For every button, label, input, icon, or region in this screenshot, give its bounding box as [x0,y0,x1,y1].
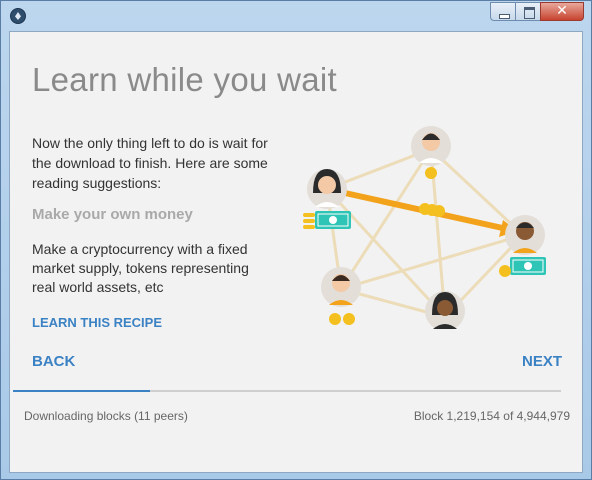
minimize-icon[interactable] [490,2,516,21]
window-controls: ✕ [490,2,584,21]
recipe-title: Make your own money [32,206,193,223]
app-window: ✕ Learn while you wait Now the only thin… [0,0,592,480]
avatar-left [307,169,347,209]
close-glyph: ✕ [556,3,568,19]
recipe-description: Make a cryptocurrency with a fixed marke… [32,241,249,295]
app-icon [10,8,26,24]
avatar-bottom [425,291,465,329]
download-progress-fill [13,390,150,392]
back-button[interactable]: BACK [32,353,75,370]
avatar-bottom-left [321,267,361,307]
download-progress-bar [13,390,561,392]
title-bar[interactable]: ✕ [1,1,591,31]
peers-status: Downloading blocks (11 peers) [24,409,188,423]
block-status: Block 1,219,154 of 4,944,979 [413,409,570,423]
close-icon[interactable]: ✕ [540,2,584,21]
intro-text: Now the only thing left to do is wait fo… [32,135,268,191]
maximize-icon[interactable] [515,2,541,21]
peer-network-illustration [303,126,546,329]
avatar-right [505,215,545,255]
coins-in-transit [419,203,445,217]
learn-recipe-link[interactable]: LEARN THIS RECIPE [32,315,162,330]
next-button[interactable]: NEXT [522,353,562,370]
avatar-top [411,126,451,166]
